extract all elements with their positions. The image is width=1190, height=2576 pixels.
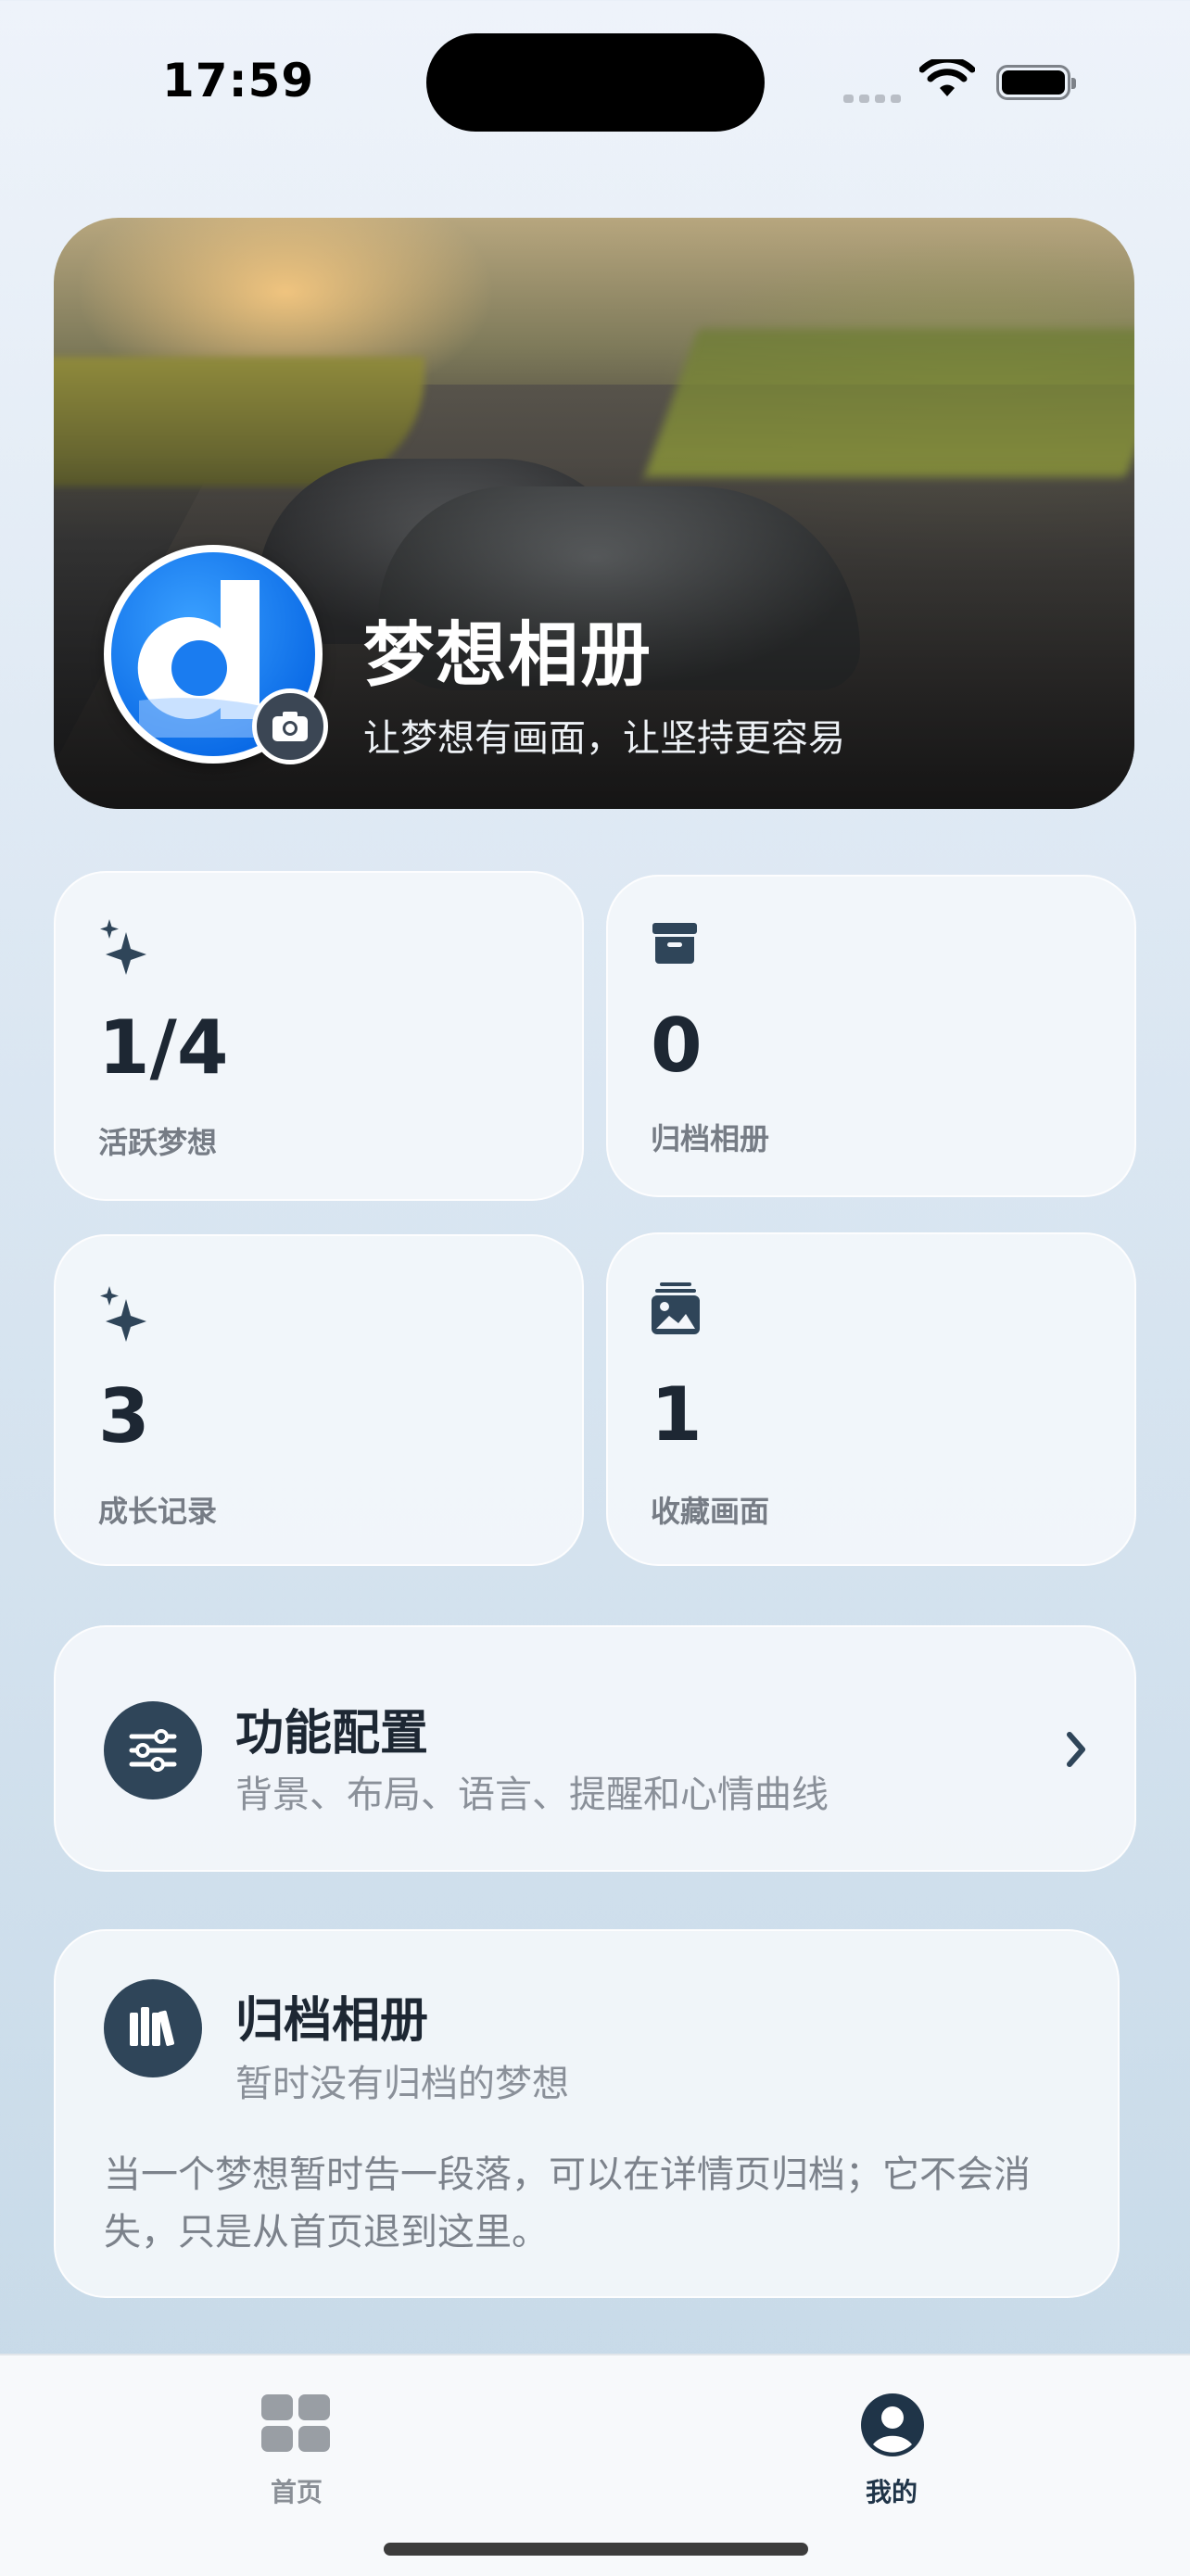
archive-box-icon — [651, 921, 699, 969]
settings-subtitle: 背景、布局、语言、提醒和心情曲线 — [235, 1774, 829, 1816]
settings-row[interactable]: 功能配置 背景、布局、语言、提醒和心情曲线 — [54, 1625, 1136, 1872]
tab-home[interactable]: 首页 — [213, 2374, 380, 2513]
camera-icon[interactable] — [252, 688, 328, 764]
stat-value: 1 — [651, 1371, 703, 1458]
archive-title: 归档相册 — [235, 1993, 429, 2049]
stat-label: 活跃梦想 — [98, 1125, 218, 1160]
stat-label: 收藏画面 — [651, 1494, 770, 1529]
books-icon — [104, 1979, 202, 2077]
stat-card-archived-albums[interactable]: 0 归档相册 — [606, 875, 1136, 1197]
grid-icon — [260, 2393, 334, 2457]
tab-profile[interactable]: 我的 — [808, 2374, 975, 2513]
wifi-icon — [918, 56, 976, 104]
stat-value: 1/4 — [98, 1004, 229, 1091]
stat-value: 0 — [651, 1003, 703, 1089]
sparkles-icon — [98, 919, 148, 979]
stat-value: 3 — [98, 1373, 150, 1459]
stat-label: 成长记录 — [98, 1494, 218, 1529]
archive-description: 当一个梦想暂时告一段落，可以在详情页归档；它不会消失，只是从首页退到这里。 — [104, 2153, 1031, 2254]
home-indicator — [384, 2543, 808, 2556]
hero-title: 梦想相册 — [363, 613, 652, 696]
stat-card-growth-records[interactable]: 3 成长记录 — [54, 1234, 584, 1566]
archive-subtitle: 暂时没有归档的梦想 — [235, 2063, 569, 2105]
sparkles-icon — [98, 1286, 148, 1345]
tab-label: 首页 — [271, 2477, 323, 2507]
stat-label: 归档相册 — [651, 1121, 770, 1156]
hero-subtitle: 让梦想有画面，让坚持更容易 — [363, 717, 845, 760]
cellular-signal-icon — [843, 89, 906, 107]
photo-stack-icon — [651, 1282, 701, 1338]
stat-card-favorite-pictures[interactable]: 1 收藏画面 — [606, 1232, 1136, 1566]
battery-icon — [996, 65, 1076, 100]
stat-card-active-dreams[interactable]: 1/4 活跃梦想 — [54, 871, 584, 1201]
chevron-right-icon — [1062, 1729, 1090, 1774]
person-circle-icon — [860, 2393, 925, 2461]
archive-album-card[interactable]: 归档相册 暂时没有归档的梦想 当一个梦想暂时告一段落，可以在详情页归档；它不会消… — [54, 1929, 1120, 2298]
status-time: 17:59 — [162, 54, 315, 107]
sliders-icon — [104, 1701, 202, 1799]
settings-title: 功能配置 — [235, 1706, 429, 1762]
tab-label: 我的 — [866, 2477, 918, 2507]
dynamic-island — [426, 33, 765, 132]
status-bar: 17:59 — [0, 0, 1190, 167]
